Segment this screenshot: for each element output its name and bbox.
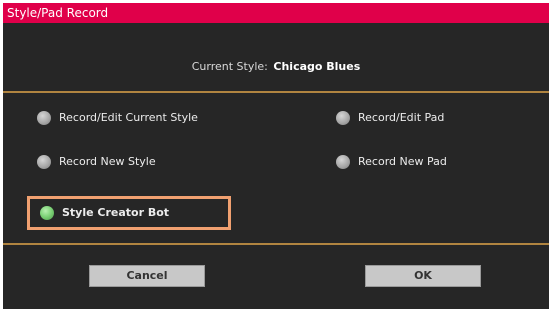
current-style-label: Current Style: — [191, 60, 268, 73]
radio-label: Style Creator Bot — [62, 206, 170, 219]
radio-label: Record/Edit Pad — [358, 111, 445, 124]
radio-record-new-pad[interactable]: Record New Pad — [336, 150, 447, 174]
current-style-value: Chicago Blues — [273, 60, 361, 73]
current-style-row: Current Style: Chicago Blues — [3, 59, 549, 75]
dialog-title: Style/Pad Record — [7, 6, 109, 20]
ok-button[interactable]: OK — [365, 265, 481, 287]
radio-record-new-style[interactable]: Record New Style — [37, 150, 156, 174]
radio-record-edit-pad[interactable]: Record/Edit Pad — [336, 106, 444, 130]
radio-button-icon — [336, 155, 350, 169]
radio-style-creator-bot[interactable]: Style Creator Bot — [27, 196, 231, 230]
separator-top — [3, 91, 549, 93]
radio-label: Record New Pad — [358, 155, 447, 168]
separator-bottom — [3, 243, 549, 245]
radio-button-icon — [336, 111, 350, 125]
style-pad-record-dialog: Style/Pad Record Current Style: Chicago … — [3, 3, 549, 309]
radio-button-icon — [37, 155, 51, 169]
radio-label: Record New Style — [59, 155, 156, 168]
radio-button-selected-icon — [40, 206, 54, 220]
radio-label: Record/Edit Current Style — [59, 111, 198, 124]
cancel-button[interactable]: Cancel — [89, 265, 205, 287]
radio-button-icon — [37, 111, 51, 125]
radio-record-edit-current-style[interactable]: Record/Edit Current Style — [37, 106, 198, 130]
title-bar: Style/Pad Record — [3, 3, 549, 23]
